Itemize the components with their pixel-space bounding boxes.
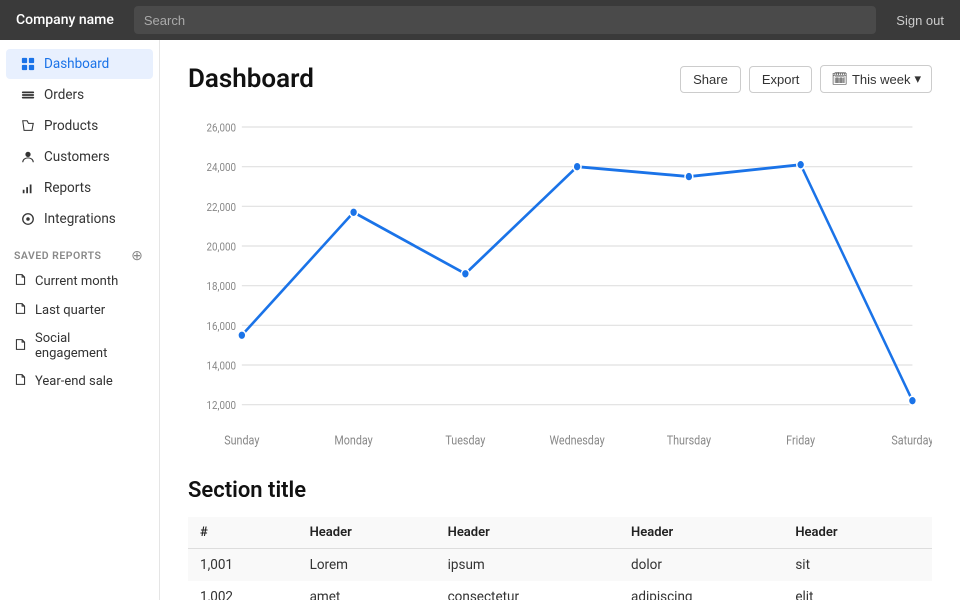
integrations-icon xyxy=(20,211,36,227)
saved-report-label: Last quarter xyxy=(35,303,105,318)
table-header: Header xyxy=(436,517,619,549)
svg-text:16,000: 16,000 xyxy=(207,319,236,333)
table-header: Header xyxy=(783,517,932,549)
search-input[interactable] xyxy=(134,6,876,34)
table-cell: sit xyxy=(783,549,932,582)
svg-text:Thursday: Thursday xyxy=(667,433,712,448)
svg-text:26,000: 26,000 xyxy=(207,121,236,135)
table-cell: adipiscing xyxy=(619,581,783,600)
sidebar: Dashboard Orders Products Customers Reports I… xyxy=(0,40,160,600)
saved-report-label: Social engagement xyxy=(35,331,145,361)
file-icon xyxy=(14,338,27,355)
dashboard-actions: Share Export 🗓 This week ▾ xyxy=(680,65,932,93)
customers-icon xyxy=(20,149,36,165)
table-cell: dolor xyxy=(619,549,783,582)
sidebar-item-label: Reports xyxy=(44,180,91,196)
sidebar-item-integrations[interactable]: Integrations xyxy=(6,204,153,234)
this-week-label: This week xyxy=(852,72,911,87)
svg-text:12,000: 12,000 xyxy=(207,398,236,412)
svg-text:14,000: 14,000 xyxy=(207,359,236,373)
file-icon xyxy=(14,273,27,290)
sidebar-item-label: Orders xyxy=(44,87,84,103)
sidebar-item-orders[interactable]: Orders xyxy=(6,80,153,110)
saved-report-social-engagement[interactable]: Social engagement xyxy=(0,325,159,367)
table-head: #HeaderHeaderHeaderHeader xyxy=(188,517,932,549)
table-cell: amet xyxy=(298,581,436,600)
table-cell: 1,002 xyxy=(188,581,298,600)
signout-button[interactable]: Sign out xyxy=(896,13,944,28)
sidebar-item-label: Dashboard xyxy=(44,56,109,72)
sidebar-item-label: Customers xyxy=(44,149,110,165)
products-icon xyxy=(20,118,36,134)
table-row: 1,001Loremipsumdolorsit xyxy=(188,549,932,582)
add-saved-report-button[interactable]: ⊕ xyxy=(129,247,145,263)
svg-text:Monday: Monday xyxy=(334,433,373,448)
saved-report-current-month[interactable]: Current month xyxy=(0,267,159,296)
data-table: #HeaderHeaderHeaderHeader 1,001Loremipsu… xyxy=(188,517,932,600)
section-title: Section title xyxy=(188,478,932,503)
dashboard-header: Dashboard Share Export 🗓 This week ▾ xyxy=(188,64,932,94)
reports-icon xyxy=(20,180,36,196)
saved-reports-label: Saved Reports xyxy=(14,249,101,262)
this-week-button[interactable]: 🗓 This week ▾ xyxy=(820,65,932,93)
svg-text:18,000: 18,000 xyxy=(207,279,236,293)
export-button[interactable]: Export xyxy=(749,66,813,93)
sidebar-item-dashboard[interactable]: Dashboard xyxy=(6,49,153,79)
table-header: # xyxy=(188,517,298,549)
sidebar-item-label: Products xyxy=(44,118,98,134)
topbar: Company name Sign out xyxy=(0,0,960,40)
sidebar-item-products[interactable]: Products xyxy=(6,111,153,141)
main-content: Dashboard Share Export 🗓 This week ▾ 12,… xyxy=(160,40,960,600)
saved-report-last-quarter[interactable]: Last quarter xyxy=(0,296,159,325)
file-icon xyxy=(14,373,27,390)
svg-text:Tuesday: Tuesday xyxy=(445,433,485,448)
saved-report-label: Year-end sale xyxy=(35,374,113,389)
svg-text:24,000: 24,000 xyxy=(207,160,236,174)
table-row: 1,002ametconsecteturadipiscingelit xyxy=(188,581,932,600)
orders-icon xyxy=(20,87,36,103)
table-cell: elit xyxy=(783,581,932,600)
saved-report-year-end-sale[interactable]: Year-end sale xyxy=(0,367,159,396)
table-cell: ipsum xyxy=(436,549,619,582)
table-cell: Lorem xyxy=(298,549,436,582)
sidebar-item-label: Integrations xyxy=(44,211,116,227)
chevron-down-icon: ▾ xyxy=(914,71,921,87)
table-header: Header xyxy=(298,517,436,549)
svg-text:Saturday: Saturday xyxy=(891,433,932,448)
saved-reports-list: Current month Last quarter Social engageme… xyxy=(0,267,159,396)
dashboard-icon xyxy=(20,56,36,72)
sidebar-item-customers[interactable]: Customers xyxy=(6,142,153,172)
company-name: Company name xyxy=(16,12,114,28)
sidebar-nav: Dashboard Orders Products Customers Reports I… xyxy=(0,48,159,235)
svg-text:22,000: 22,000 xyxy=(207,200,236,214)
svg-text:Sunday: Sunday xyxy=(224,433,260,448)
saved-reports-section: Saved Reports ⊕ xyxy=(0,235,159,267)
table-header: Header xyxy=(619,517,783,549)
calendar-icon: 🗓 xyxy=(831,71,848,87)
share-button[interactable]: Share xyxy=(680,66,741,93)
table-cell: 1,001 xyxy=(188,549,298,582)
line-chart: 12,000 14,000 16,000 18,000 20,000 22,000 24,0… xyxy=(188,110,932,450)
svg-text:Friday: Friday xyxy=(786,433,815,448)
layout: Dashboard Orders Products Customers Reports I… xyxy=(0,40,960,600)
table-body: 1,001Loremipsumdolorsit1,002ametconsecte… xyxy=(188,549,932,600)
page-title: Dashboard xyxy=(188,64,314,94)
svg-text:20,000: 20,000 xyxy=(207,240,236,254)
saved-report-label: Current month xyxy=(35,274,118,289)
sidebar-item-reports[interactable]: Reports xyxy=(6,173,153,203)
table-cell: consectetur xyxy=(436,581,619,600)
file-icon xyxy=(14,302,27,319)
chart-container: 12,000 14,000 16,000 18,000 20,000 22,000 24,0… xyxy=(188,110,932,450)
svg-text:Wednesday: Wednesday xyxy=(550,433,606,448)
